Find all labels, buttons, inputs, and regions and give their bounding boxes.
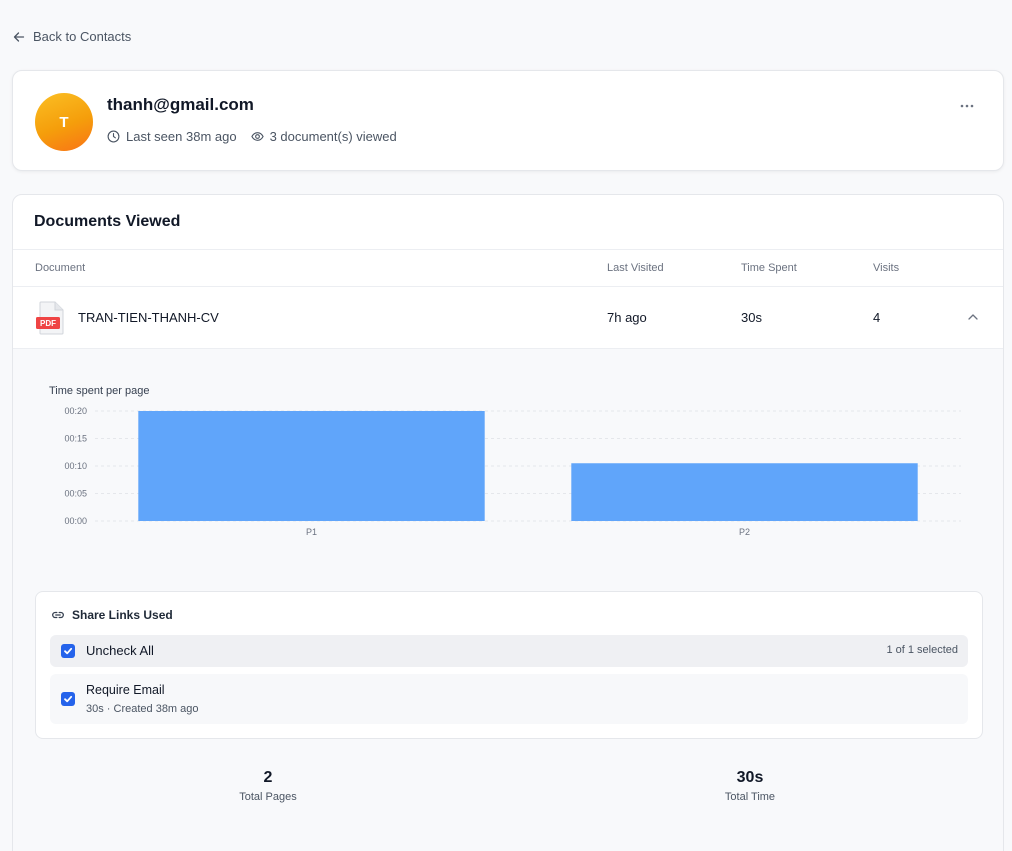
y-tick-label: 00:10 xyxy=(64,461,87,471)
y-tick-label: 00:20 xyxy=(64,406,87,416)
share-links-panel: Share Links Used Uncheck All 1 of 1 sele… xyxy=(35,591,983,739)
documents-table-header: Document Last Visited Time Spent Visits xyxy=(13,249,1003,287)
contact-profile-card: T thanh@gmail.com Last seen 38m ago 3 do… xyxy=(12,70,1004,171)
column-time-spent: Time Spent xyxy=(741,262,797,274)
avatar-initial: T xyxy=(59,113,69,131)
document-name: TRAN-TIEN-THANH-CV xyxy=(78,310,219,325)
document-row[interactable]: PDF TRAN-TIEN-THANH-CV 7h ago 30s 4 xyxy=(13,287,1003,349)
total-pages-stat: 2 Total Pages xyxy=(168,769,368,803)
document-last-visited: 7h ago xyxy=(607,310,647,325)
y-tick-label: 00:05 xyxy=(64,489,87,499)
column-last-visited: Last Visited xyxy=(607,262,664,274)
documents-viewed-card: Documents Viewed Document Last Visited T… xyxy=(12,194,1004,851)
share-links-title: Share Links Used xyxy=(51,608,173,622)
more-options-button[interactable] xyxy=(957,99,977,113)
uncheck-all-label[interactable]: Uncheck All xyxy=(86,643,154,658)
x-tick-label: P2 xyxy=(739,527,750,537)
document-details-panel: Time spent per page 00:00 00:05 00:10 00:15… xyxy=(13,349,1003,851)
y-tick-label: 00:15 xyxy=(64,434,87,444)
total-time-label: Total Time xyxy=(724,791,776,803)
selected-count: 1 of 1 selected xyxy=(886,644,958,656)
checkmark-icon xyxy=(64,647,73,655)
clock-icon xyxy=(107,130,120,143)
checkmark-icon xyxy=(64,695,73,703)
more-horizontal-icon xyxy=(960,104,974,108)
link-icon xyxy=(52,611,64,619)
uncheck-all-checkbox[interactable] xyxy=(61,644,75,658)
y-tick-label: 00:00 xyxy=(64,516,87,526)
documents-viewed-count: 3 document(s) viewed xyxy=(250,129,397,144)
time-per-page-chart: 00:00 00:05 00:10 00:15 00:20 P1 P2 xyxy=(64,406,961,537)
last-seen: Last seen 38m ago xyxy=(107,129,237,144)
total-pages-label: Total Pages xyxy=(239,791,297,803)
document-time-spent: 30s xyxy=(741,310,762,325)
x-tick-label: P1 xyxy=(306,527,317,537)
last-seen-text: Last seen 38m ago xyxy=(126,129,237,144)
back-to-contacts-link[interactable]: Back to Contacts xyxy=(13,29,131,44)
total-time-value: 30s xyxy=(736,769,764,786)
share-link-meta: 30s · Created 38m ago xyxy=(86,703,199,715)
column-document: Document xyxy=(35,262,86,274)
column-visits: Visits xyxy=(873,262,900,274)
contact-meta: Last seen 38m ago 3 document(s) viewed xyxy=(107,129,411,144)
eye-icon xyxy=(250,132,264,141)
uncheck-all-row[interactable]: Uncheck All 1 of 1 selected xyxy=(50,635,968,667)
pdf-file-icon: PDF xyxy=(36,301,64,335)
share-link-name: Require Email xyxy=(86,683,165,697)
share-link-checkbox[interactable] xyxy=(61,692,75,706)
total-pages-value: 2 xyxy=(263,769,273,786)
arrow-left-icon xyxy=(13,31,25,42)
pdf-badge-text: PDF xyxy=(40,319,56,328)
chart-bar-p1[interactable] xyxy=(138,411,485,521)
document-visits: 4 xyxy=(873,310,881,325)
total-time-stat: 30s Total Time xyxy=(650,769,850,803)
share-links-title-text: Share Links Used xyxy=(72,608,173,622)
chart-title: Time spent per page xyxy=(49,385,150,397)
share-link-item[interactable]: Require Email 30s · Created 38m ago xyxy=(50,674,968,724)
documents-viewed-text: 3 document(s) viewed xyxy=(269,129,397,144)
documents-viewed-title: Documents Viewed xyxy=(34,213,181,230)
chart-bar-p2[interactable] xyxy=(571,463,918,521)
chevron-up-icon[interactable] xyxy=(967,311,979,323)
avatar: T xyxy=(35,93,93,151)
contact-email: thanh@gmail.com xyxy=(107,95,254,114)
back-link-label: Back to Contacts xyxy=(33,29,132,44)
